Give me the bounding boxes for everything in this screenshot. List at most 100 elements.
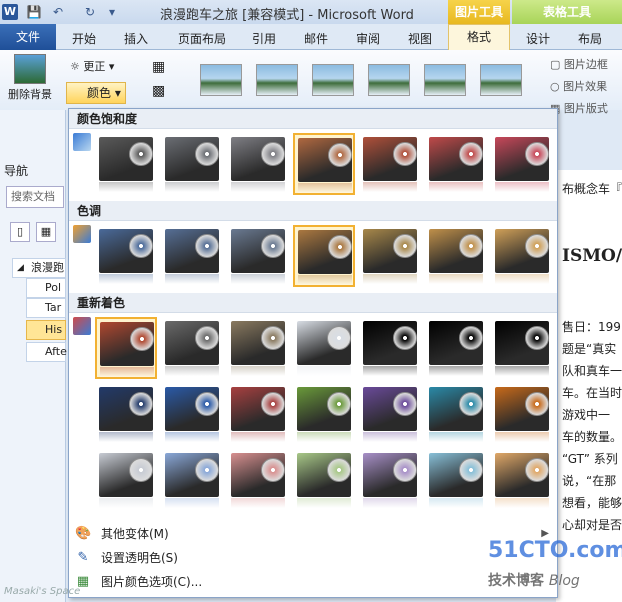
- recolor-option[interactable]: [227, 317, 289, 379]
- more-variations-item[interactable]: 🎨 其他变体(M) ▶: [69, 523, 557, 545]
- tone-option[interactable]: [293, 225, 355, 287]
- recolor-option[interactable]: [95, 317, 157, 379]
- nav-item-afte[interactable]: Afte: [26, 342, 67, 362]
- word-app-icon[interactable]: W: [2, 4, 18, 20]
- doc-line: 心却对是否: [562, 518, 622, 532]
- tone-option[interactable]: [227, 225, 289, 287]
- recolor-option[interactable]: [491, 449, 553, 511]
- picture-effects-button[interactable]: ○ 图片效果: [550, 78, 607, 94]
- thumbnail-reflection: [495, 366, 549, 376]
- tone-option[interactable]: [491, 225, 553, 287]
- picture-style-1[interactable]: [200, 64, 242, 96]
- recolor-option[interactable]: [227, 383, 289, 445]
- remove-background-icon: [14, 54, 46, 84]
- recolor-option[interactable]: [425, 317, 487, 379]
- tab-design[interactable]: 设计: [526, 30, 550, 47]
- tab-format[interactable]: 格式: [448, 24, 510, 51]
- set-transparent-color-item[interactable]: ✎ 设置透明色(S): [69, 547, 557, 569]
- tab-review[interactable]: 审阅: [356, 30, 380, 47]
- nav-headings-tab[interactable]: ▯: [10, 222, 30, 242]
- saturation-option[interactable]: [161, 133, 223, 195]
- section-recolor-header: 重新着色: [69, 293, 557, 313]
- tone-option[interactable]: [359, 225, 421, 287]
- picture-border-button[interactable]: ▢ 图片边框: [550, 56, 608, 72]
- recolor-option[interactable]: [227, 449, 289, 511]
- thumbnail-reflection: [495, 274, 549, 284]
- wheel-graphic: [195, 392, 219, 416]
- picture-style-6[interactable]: [480, 64, 522, 96]
- saturation-option[interactable]: [491, 133, 553, 195]
- nav-item-his[interactable]: His: [26, 320, 66, 340]
- thumbnail-reflection: [495, 182, 549, 192]
- doc-line: “GT” 系列: [562, 452, 618, 466]
- nav-root-item[interactable]: ◢ 浪漫跑: [12, 258, 66, 278]
- title-bar: W 💾 ↶ ↻ ▾ 浪漫跑车之旅 [兼容模式] - Microsoft Word…: [0, 0, 622, 24]
- tone-option[interactable]: [425, 225, 487, 287]
- nav-item-pol[interactable]: Pol: [26, 278, 66, 298]
- doc-line: 题是“真实: [562, 342, 617, 356]
- site-watermark: 51CTO.com: [488, 538, 622, 563]
- nav-item-tar[interactable]: Tar: [26, 298, 66, 318]
- nav-search-input[interactable]: 搜索文档: [6, 186, 64, 208]
- recolor-option[interactable]: [95, 449, 157, 511]
- doc-line: 队和真车一: [562, 364, 622, 378]
- tab-layout[interactable]: 布局: [578, 30, 602, 47]
- recolor-option[interactable]: [425, 383, 487, 445]
- redo-icon[interactable]: ↻: [82, 4, 98, 20]
- doc-line: 售日：1991: [562, 320, 622, 334]
- recolor-option[interactable]: [359, 449, 421, 511]
- saturation-option[interactable]: [359, 133, 421, 195]
- picture-style-2[interactable]: [256, 64, 298, 96]
- undo-icon[interactable]: ↶: [50, 4, 66, 20]
- recolor-option[interactable]: [161, 317, 223, 379]
- recolor-option[interactable]: [293, 383, 355, 445]
- recolor-option[interactable]: [161, 383, 223, 445]
- saturation-option[interactable]: [95, 133, 157, 195]
- customize-quick-access-icon[interactable]: ▾: [104, 4, 120, 20]
- compress-pictures-icon[interactable]: ▦: [152, 58, 165, 76]
- wheel-graphic: [129, 392, 153, 416]
- remove-background-button[interactable]: 删除背景: [4, 54, 56, 102]
- recolor-option[interactable]: [491, 383, 553, 445]
- tab-insert[interactable]: 插入: [124, 30, 148, 47]
- recolor-option[interactable]: [425, 449, 487, 511]
- thumbnail-reflection: [298, 275, 352, 285]
- nav-pages-tab[interactable]: ▦: [36, 222, 56, 242]
- save-icon[interactable]: 💾: [26, 4, 42, 20]
- set-transparent-color-label: 设置透明色(S): [101, 551, 178, 565]
- tab-page-layout[interactable]: 页面布局: [178, 30, 226, 47]
- tab-references[interactable]: 引用: [252, 30, 276, 47]
- recolor-option[interactable]: [293, 317, 355, 379]
- saturation-option[interactable]: [425, 133, 487, 195]
- tab-view[interactable]: 视图: [408, 30, 432, 47]
- wheel-graphic: [393, 326, 417, 350]
- tab-home[interactable]: 开始: [72, 30, 96, 47]
- tab-file[interactable]: 文件: [0, 24, 56, 50]
- recolor-option[interactable]: [95, 383, 157, 445]
- recolor-option[interactable]: [161, 449, 223, 511]
- thumbnail-reflection: [363, 182, 417, 192]
- corrections-button[interactable]: ☼ 更正 ▾: [70, 58, 114, 76]
- doc-line: 车。在当时: [562, 386, 622, 400]
- picture-style-5[interactable]: [424, 64, 466, 96]
- wheel-graphic: [393, 234, 417, 258]
- picture-color-options-item[interactable]: ▦ 图片颜色选项(C)...: [69, 571, 557, 593]
- color-button[interactable]: 颜色 ▾: [66, 82, 126, 104]
- recolor-option[interactable]: [359, 317, 421, 379]
- recolor-option[interactable]: [293, 449, 355, 511]
- recolor-option[interactable]: [491, 317, 553, 379]
- tone-option[interactable]: [95, 225, 157, 287]
- picture-layout-button[interactable]: ▦ 图片版式: [550, 100, 608, 116]
- recolor-option[interactable]: [359, 383, 421, 445]
- saturation-option[interactable]: [293, 133, 355, 195]
- picture-style-3[interactable]: [312, 64, 354, 96]
- doc-line: 说，“在那: [562, 474, 617, 488]
- picture-style-4[interactable]: [368, 64, 410, 96]
- change-picture-icon[interactable]: ▩: [152, 82, 165, 100]
- thumbnail-reflection: [231, 274, 285, 284]
- tone-option[interactable]: [161, 225, 223, 287]
- saturation-option[interactable]: [227, 133, 289, 195]
- thumbnail-reflection: [165, 182, 219, 192]
- tab-mailings[interactable]: 邮件: [304, 30, 328, 47]
- corrections-label: 更正: [83, 60, 106, 73]
